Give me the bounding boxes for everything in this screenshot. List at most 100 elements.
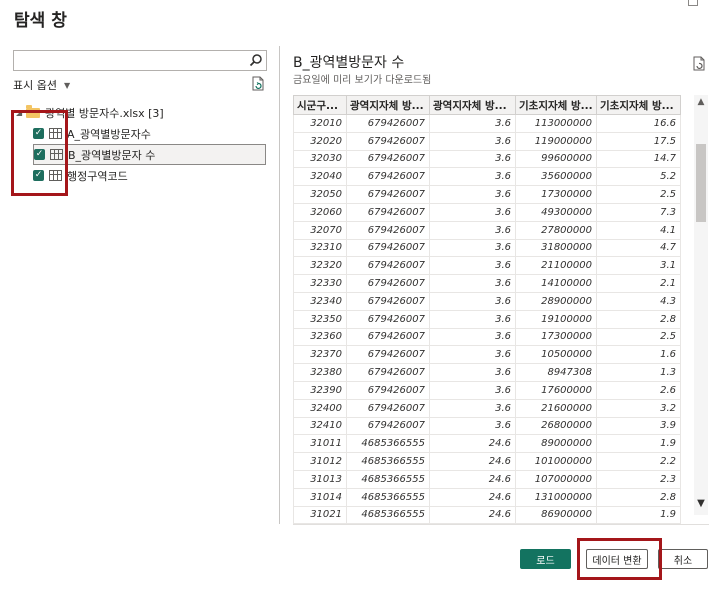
table-cell: 32320 xyxy=(293,256,347,276)
table-cell: 679426007 xyxy=(346,380,430,400)
table-cell: 32360 xyxy=(293,327,347,347)
column-header[interactable]: 광역지자체 방... xyxy=(429,95,516,115)
table-cell: 679426007 xyxy=(346,274,430,293)
table-row: 32060 679426007 3.6 49300000 7.3 xyxy=(293,202,681,222)
table-cell: 17.5 xyxy=(596,131,681,151)
table-cell: 679426007 xyxy=(346,167,430,187)
table-cell: 3.6 xyxy=(429,327,516,347)
table-cell: 32330 xyxy=(293,274,347,293)
table-cell: 17600000 xyxy=(515,380,597,400)
table-cell: 679426007 xyxy=(346,256,430,276)
table-row: 32050 679426007 3.6 17300000 2.5 xyxy=(293,185,681,204)
table-cell: 3.6 xyxy=(429,345,516,365)
column-header[interactable]: 광역지자체 방... xyxy=(346,95,430,115)
table-cell: 3.6 xyxy=(429,291,516,311)
table-cell: 3.6 xyxy=(429,256,516,276)
table-cell: 679426007 xyxy=(346,202,430,222)
scrollbar-thumb[interactable] xyxy=(696,144,706,222)
table-cell: 679426007 xyxy=(346,309,430,329)
table-cell: 3.6 xyxy=(429,416,516,436)
table-cell: 3.6 xyxy=(429,149,516,169)
table-cell: 28900000 xyxy=(515,291,597,311)
table-row: 32310 679426007 3.6 31800000 4.7 xyxy=(293,238,681,258)
refresh-preview-icon[interactable] xyxy=(692,56,706,72)
table-row: 32360 679426007 3.6 17300000 2.5 xyxy=(293,327,681,347)
table-cell: 32070 xyxy=(293,220,347,240)
pane-divider xyxy=(279,46,280,524)
scroll-up-icon[interactable]: ▲ xyxy=(694,95,708,109)
cancel-button[interactable]: 취소 xyxy=(658,549,708,569)
table-header-row: 시군구... 광역지자체 방... 광역지자체 방... 기초지자체 방... 기초지자… xyxy=(293,95,681,115)
table-cell: 31011 xyxy=(293,434,347,454)
tree-item-label: A_광역별방문자수 xyxy=(67,127,151,141)
tree-item-label: B_광역별방문자 수 xyxy=(68,148,156,162)
table-cell: 131000000 xyxy=(515,487,597,507)
tree-item-label: 행정구역코드 xyxy=(67,169,128,183)
column-header[interactable]: 기초지자체 방... xyxy=(596,95,681,115)
table-cell: 17300000 xyxy=(515,327,597,347)
table-cell: 3.6 xyxy=(429,363,516,382)
window-control-icon[interactable] xyxy=(688,0,698,6)
table-cell: 4685366555 xyxy=(346,452,430,471)
search-input[interactable] xyxy=(13,50,267,71)
table-cell: 2.3 xyxy=(596,469,681,489)
view-options-dropdown[interactable]: 표시 옵션 ▼ xyxy=(13,77,70,93)
table-row: 32370 679426007 3.6 10500000 1.6 xyxy=(293,345,681,365)
table-cell: 32390 xyxy=(293,380,347,400)
highlight-box-transform xyxy=(577,538,662,580)
table-cell: 3.6 xyxy=(429,202,516,222)
table-cell: 679426007 xyxy=(346,238,430,258)
table-cell: 1.9 xyxy=(596,505,681,524)
table-cell: 19100000 xyxy=(515,309,597,329)
preview-table: 시군구... 광역지자체 방... 광역지자체 방... 기초지자체 방... 기초지자… xyxy=(293,95,681,524)
table-row: 31013 4685366555 24.6 107000000 2.3 xyxy=(293,469,681,489)
table-cell: 24.6 xyxy=(429,487,516,507)
table-cell: 21100000 xyxy=(515,256,597,276)
column-header[interactable]: 시군구... xyxy=(293,95,347,115)
table-row: 32020 679426007 3.6 119000000 17.5 xyxy=(293,131,681,151)
table-cell: 32060 xyxy=(293,202,347,222)
table-cell: 1.9 xyxy=(596,434,681,454)
preview-grid[interactable]: 시군구... 광역지자체 방... 광역지자체 방... 기초지자체 방... 기초지자… xyxy=(293,95,709,525)
column-header[interactable]: 기초지자체 방... xyxy=(515,95,597,115)
table-cell: 49300000 xyxy=(515,202,597,222)
table-row: 32340 679426007 3.6 28900000 4.3 xyxy=(293,291,681,311)
table-row: 32400 679426007 3.6 21600000 3.2 xyxy=(293,398,681,418)
table-cell: 4685366555 xyxy=(346,487,430,507)
table-cell: 32010 xyxy=(293,114,347,133)
table-cell: 7.3 xyxy=(596,202,681,222)
table-row: 32350 679426007 3.6 19100000 2.8 xyxy=(293,309,681,329)
table-cell: 119000000 xyxy=(515,131,597,151)
table-cell: 32380 xyxy=(293,363,347,382)
table-cell: 4.1 xyxy=(596,220,681,240)
table-cell: 5.2 xyxy=(596,167,681,187)
table-row: 32330 679426007 3.6 14100000 2.1 xyxy=(293,274,681,293)
table-cell: 4685366555 xyxy=(346,434,430,454)
table-row: 32030 679426007 3.6 99600000 14.7 xyxy=(293,149,681,169)
refresh-icon[interactable] xyxy=(251,76,265,92)
load-button[interactable]: 로드 xyxy=(520,549,571,569)
table-cell: 679426007 xyxy=(346,185,430,204)
table-cell: 24.6 xyxy=(429,469,516,489)
chevron-down-icon: ▼ xyxy=(63,80,71,90)
table-cell: 4.3 xyxy=(596,291,681,311)
preview-subtitle: 금요일에 미리 보기가 다운로드됨 xyxy=(293,75,432,86)
table-cell: 679426007 xyxy=(346,114,430,133)
table-cell: 24.6 xyxy=(429,505,516,524)
table-cell: 3.1 xyxy=(596,256,681,276)
table-cell: 31012 xyxy=(293,452,347,471)
table-row: 31014 4685366555 24.6 131000000 2.8 xyxy=(293,487,681,507)
view-options-label: 표시 옵션 xyxy=(13,79,57,92)
scroll-down-icon[interactable]: ▼ xyxy=(694,497,708,511)
table-cell: 2.2 xyxy=(596,452,681,471)
table-cell: 2.5 xyxy=(596,327,681,347)
table-cell: 32030 xyxy=(293,149,347,169)
table-cell: 113000000 xyxy=(515,114,597,133)
table-cell: 2.1 xyxy=(596,274,681,293)
table-cell: 31014 xyxy=(293,487,347,507)
table-cell: 31021 xyxy=(293,505,347,524)
table-cell: 4.7 xyxy=(596,238,681,258)
highlight-box-checkboxes xyxy=(11,110,68,196)
search-icon[interactable] xyxy=(249,53,263,67)
table-cell: 2.8 xyxy=(596,487,681,507)
